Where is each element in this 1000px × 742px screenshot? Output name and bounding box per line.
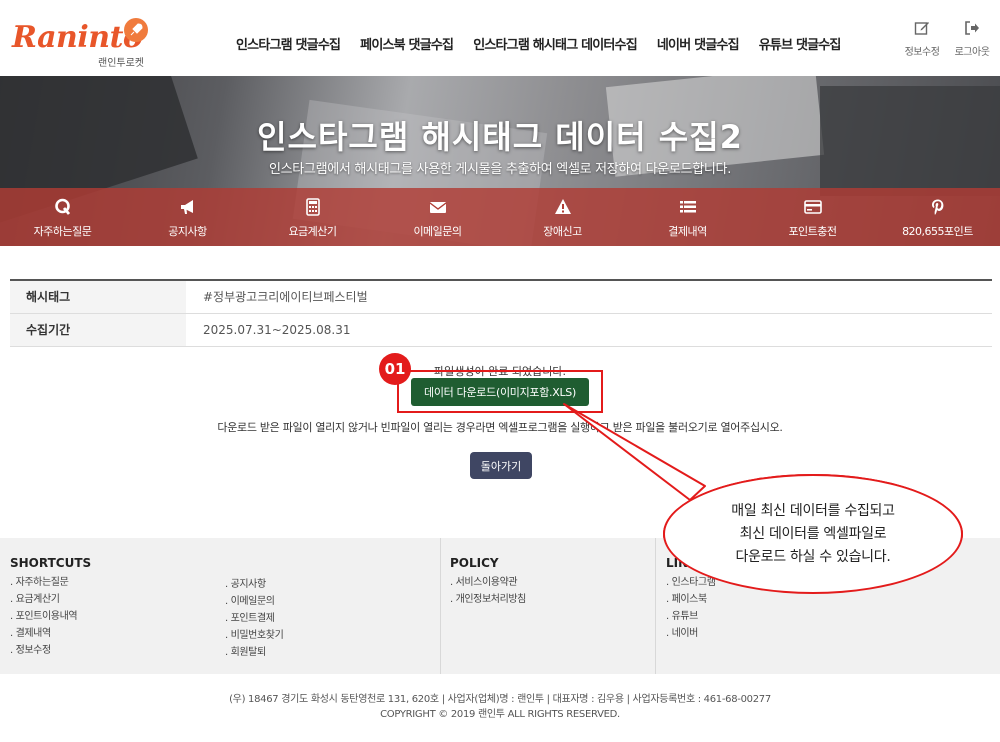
footer-link[interactable]: . 회원탈퇴 [225, 644, 283, 661]
footer-link[interactable]: . 서비스이용약관 [450, 574, 526, 591]
quick-point-charge[interactable]: 포인트충전 [750, 188, 875, 246]
logout-button[interactable]: 로그아웃 [952, 20, 992, 59]
calculator-icon [305, 198, 320, 216]
nav-instagram-hashtag[interactable]: 인스타그램 해시태그 데이터수집 [463, 34, 647, 53]
quick-payment-history[interactable]: 결제내역 [625, 188, 750, 246]
quick-email[interactable]: 이메일문의 [375, 188, 500, 246]
envelope-icon [429, 202, 446, 213]
edit-icon [914, 22, 929, 35]
warning-icon [554, 199, 571, 214]
callout-line-2: 최신 데이터를 엑셀파일로 [739, 525, 887, 542]
shortcuts-title: SHORTCUTS [10, 556, 92, 570]
shortcuts-list-1: . 자주하는질문 . 요금계산기 . 포인트이용내역 . 결제내역 . 정보수정 [10, 574, 91, 659]
quick-report[interactable]: 장애신고 [500, 188, 625, 246]
rocket-icon [124, 18, 148, 42]
footer-link[interactable]: . 자주하는질문 [10, 574, 91, 591]
data-download-button[interactable]: 데이터 다운로드(이미지포함.XLS) [411, 378, 589, 406]
q-icon [54, 198, 70, 215]
footer-link[interactable]: . 결제내역 [10, 625, 91, 642]
collection-info-table: 해시태그 #정부광고크리에이티브페스티벌 수집기간 2025.07.31~202… [10, 279, 992, 347]
callout-line-1: 매일 최신 데이터를 수집되고 [731, 502, 895, 519]
logo-wordmark: Raninto [12, 20, 143, 55]
footer-link[interactable]: . 공지사항 [225, 576, 283, 593]
user-utility: 정보수정 로그아웃 [902, 20, 992, 59]
policy-list: . 서비스이용약관 . 개인정보처리방침 [450, 574, 526, 608]
back-button[interactable]: 돌아가기 [470, 452, 532, 479]
footer-link[interactable]: . 네이버 [666, 625, 716, 642]
nav-youtube-comments[interactable]: 유튜브 댓글수집 [749, 34, 851, 53]
footer-link[interactable]: . 정보수정 [10, 642, 91, 659]
footer-shortcuts: SHORTCUTS . 자주하는질문 . 요금계산기 . 포인트이용내역 . 결… [10, 556, 91, 659]
table-row: 해시태그 #정부광고크리에이티브페스티벌 [10, 281, 992, 314]
footer-policy: POLICY . 서비스이용약관 . 개인정보처리방침 [450, 556, 526, 608]
period-label: 수집기간 [10, 314, 186, 346]
quick-calculator[interactable]: 요금계산기 [250, 188, 375, 246]
pinterest-icon [931, 199, 943, 215]
download-notice: 다운로드 받은 파일이 열리지 않거나 빈파일이 열리는 경우라면 엑셀프로그램… [217, 421, 783, 434]
period-value: 2025.07.31~2025.08.31 [203, 323, 351, 337]
callout-line-3: 다운로드 하실 수 있습니다. [735, 548, 891, 565]
credit-card-icon [803, 200, 822, 214]
list-icon [679, 201, 696, 213]
step-badge: 01 [379, 353, 411, 385]
hashtag-label: 해시태그 [10, 281, 186, 313]
quick-faq[interactable]: 자주하는질문 [0, 188, 125, 246]
logo[interactable]: Raninto 랜인투로켓 [12, 14, 152, 70]
footer-link[interactable]: . 유튜브 [666, 608, 716, 625]
edit-profile-button[interactable]: 정보수정 [902, 20, 942, 59]
footer-link[interactable]: . 비밀번호찾기 [225, 627, 284, 644]
nav-instagram-comments[interactable]: 인스타그램 댓글수집 [226, 34, 350, 53]
footer-bottom: (우) 18467 경기도 화성시 동탄영천로 131, 620호 | 사업자(… [0, 674, 1000, 742]
footer-shortcuts-col2: . 공지사항 . 이메일문의 . 포인트결제 . 비밀번호찾기 . 회원탈퇴 [225, 576, 284, 661]
company-address: (우) 18467 경기도 화성시 동탄영천로 131, 620호 | 사업자(… [229, 694, 771, 705]
hero-banner: 인스타그램 해시태그 데이터 수집2 인스타그램에서 해시태그를 사용한 게시물… [0, 76, 1000, 246]
copyright: COPYRIGHT © 2019 랜인투 ALL RIGHTS RESERVED… [380, 709, 620, 720]
quick-notice[interactable]: 공지사항 [125, 188, 250, 246]
page-title: 인스타그램 해시태그 데이터 수집2 [257, 118, 743, 156]
quick-menu: 자주하는질문 공지사항 요금계산기 이메일문의 장애신고 결제내역 포인트충전 … [0, 188, 1000, 246]
megaphone-icon [180, 200, 193, 214]
policy-title: POLICY [450, 556, 499, 570]
nav-naver-comments[interactable]: 네이버 댓글수집 [647, 34, 749, 53]
footer-link[interactable]: . 포인트이용내역 [10, 608, 91, 625]
main-nav: 인스타그램 댓글수집 페이스북 댓글수집 인스타그램 해시태그 데이터수집 네이… [226, 34, 851, 53]
footer-link[interactable]: . 페이스북 [666, 591, 716, 608]
footer-link[interactable]: . 이메일문의 [225, 593, 283, 610]
hashtag-value: #정부광고크리에이티브페스티벌 [203, 290, 368, 304]
page-subtitle: 인스타그램에서 해시태그를 사용한 게시물을 추출하여 엑셀로 저장하여 다운로… [268, 162, 732, 177]
footer-link[interactable]: . 요금계산기 [10, 591, 91, 608]
footer-divider [440, 538, 441, 674]
logo-subtitle: 랜인투로켓 [98, 58, 144, 69]
footer-link[interactable]: . 포인트결제 [225, 610, 283, 627]
site-header: Raninto 랜인투로켓 인스타그램 댓글수집 페이스북 댓글수집 인스타그램… [0, 0, 1000, 76]
footer-link[interactable]: . 개인정보처리방침 [450, 591, 526, 608]
footer-divider [655, 538, 656, 674]
nav-facebook-comments[interactable]: 페이스북 댓글수집 [350, 34, 463, 53]
table-row: 수집기간 2025.07.31~2025.08.31 [10, 314, 992, 347]
logout-icon [965, 21, 979, 35]
shortcuts-list-2: . 공지사항 . 이메일문의 . 포인트결제 . 비밀번호찾기 . 회원탈퇴 [225, 576, 284, 661]
links-list: . 인스타그램 . 페이스북 . 유튜브 . 네이버 [666, 574, 716, 642]
quick-points-balance[interactable]: 820,655포인트 [875, 188, 1000, 246]
callout-bubble-front: 매일 최신 데이터를 수집되고 최신 데이터를 엑셀파일로 다운로드 하실 수 … [663, 474, 963, 594]
